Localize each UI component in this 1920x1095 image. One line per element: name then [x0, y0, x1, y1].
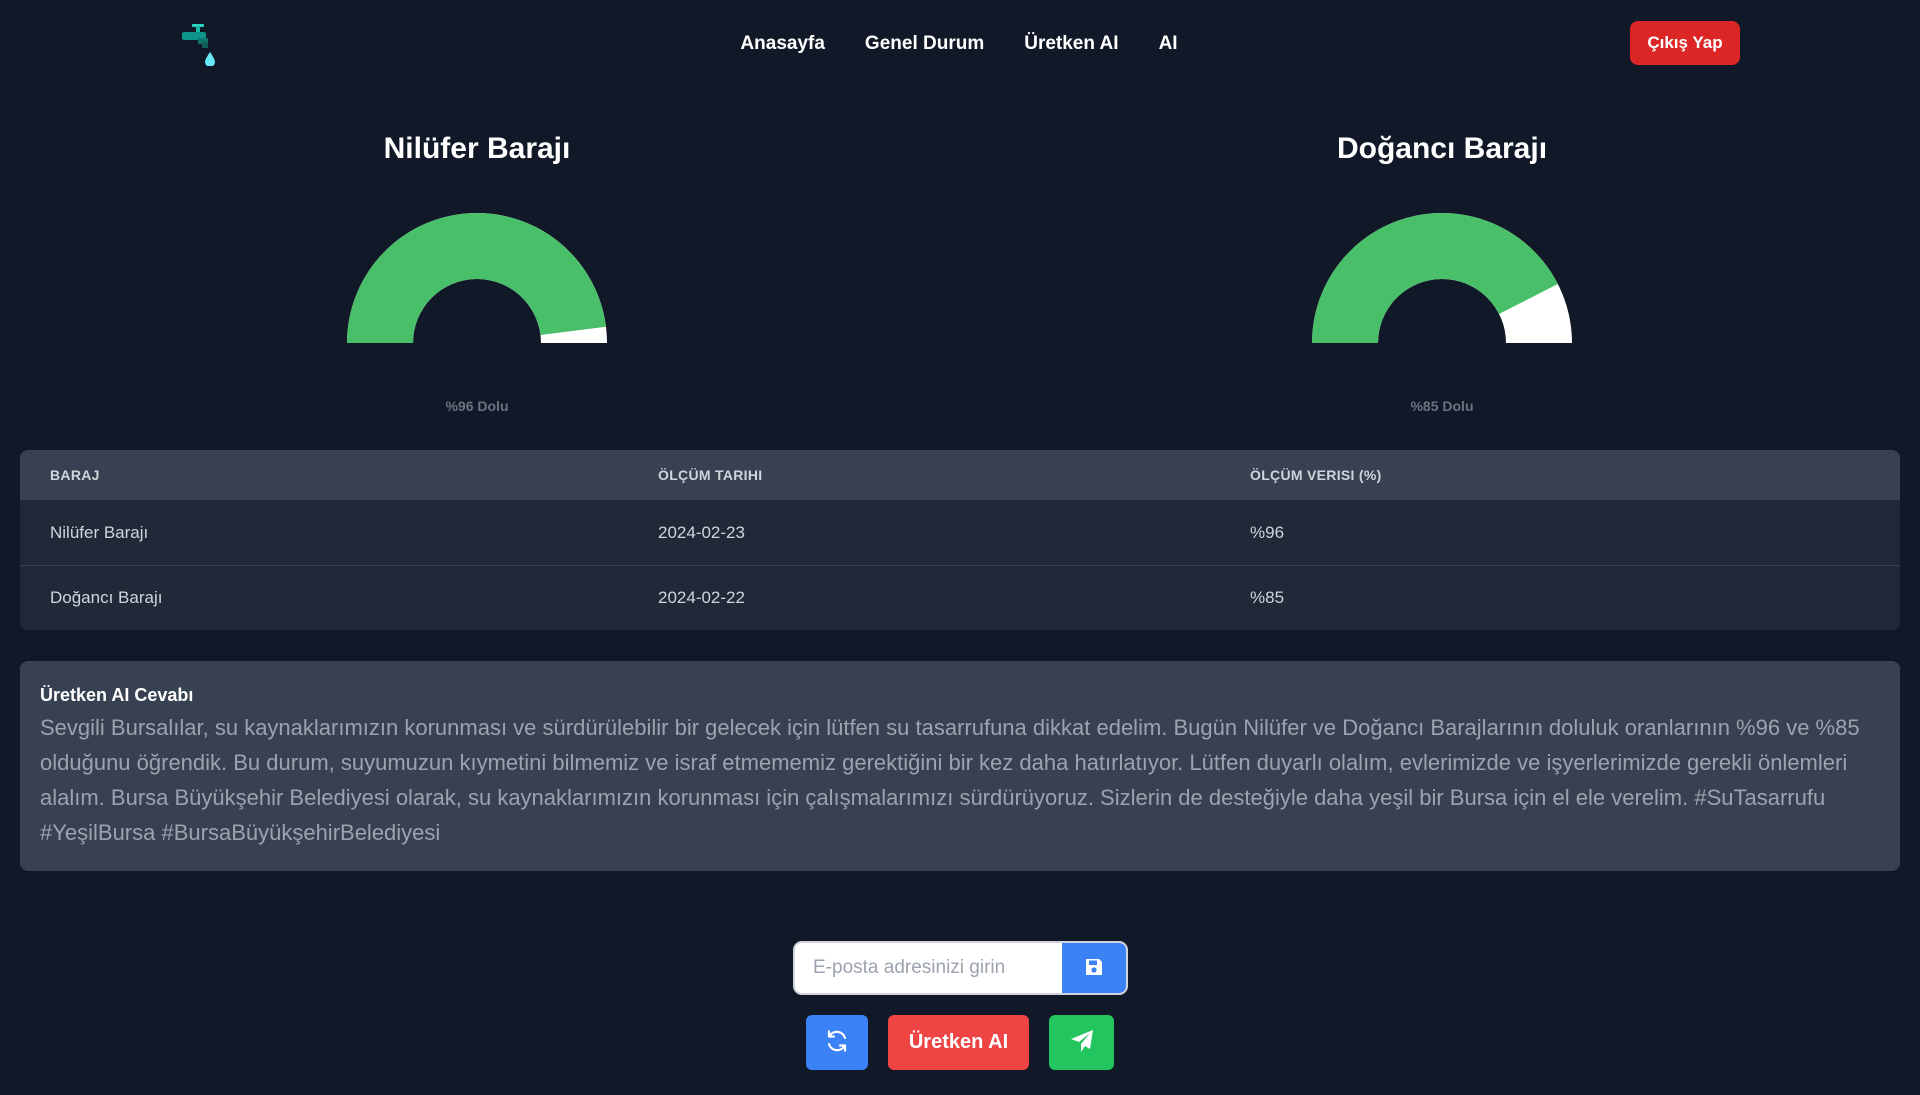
table-cell-dam: Doğancı Barajı — [50, 588, 163, 607]
gauge-title-nilufer: Nilüfer Barajı — [383, 132, 571, 165]
table-row: Nilüfer Barajı 2024-02-23 %96 — [20, 500, 1900, 565]
floppy-disk-icon — [1084, 957, 1104, 980]
table-cell-dam: Nilüfer Barajı — [50, 522, 149, 542]
gauge-doganci — [1310, 207, 1574, 347]
email-form — [793, 941, 1128, 995]
table-header-dam: BARAJ — [50, 467, 100, 483]
table-cell-value: %96 — [1250, 522, 1285, 542]
table-cell-value: %85 — [1250, 588, 1285, 607]
gauge-fill — [347, 213, 606, 343]
nav-link-home[interactable]: Anasayfa — [740, 30, 825, 58]
generative-ai-button[interactable]: Üretken AI — [888, 1015, 1029, 1070]
gauge-nilufer — [345, 207, 609, 347]
send-button[interactable] — [1049, 1015, 1114, 1070]
refresh-button[interactable] — [806, 1015, 868, 1070]
table-header-value: ÖLÇÜM VERISI (%) — [1250, 467, 1382, 483]
nav-link-general-status[interactable]: Genel Durum — [865, 30, 984, 58]
measurements-table: BARAJ ÖLÇÜM TARIHI ÖLÇÜM VERISI (%) Nilü… — [20, 450, 1900, 630]
gauge-label-nilufer: %96 Dolu — [445, 398, 509, 414]
ai-response-card: Üretken AI Cevabı Sevgili Bursalılar, su… — [20, 661, 1900, 871]
gauge-label-doganci: %85 Dolu — [1410, 398, 1474, 414]
logout-button[interactable]: Çıkış Yap — [1630, 21, 1740, 65]
navbar: Anasayfa Genel Durum Üretken AI AI Çıkış… — [0, 0, 1920, 88]
table-cell-date: 2024-02-23 — [658, 522, 745, 542]
table-row: Doğancı Barajı 2024-02-22 %85 — [20, 565, 1900, 630]
table-header-date: ÖLÇÜM TARIHI — [658, 467, 763, 483]
paper-plane-icon — [1069, 1028, 1095, 1057]
ai-response-text: Sevgili Bursalılar, su kaynaklarımızın k… — [40, 715, 1860, 845]
ai-response-title: Üretken AI Cevabı — [40, 685, 194, 705]
email-input[interactable] — [795, 943, 1062, 993]
gauge-title-dogancı: Doğancı Barajı — [1336, 132, 1548, 165]
refresh-icon — [824, 1028, 850, 1057]
table-header-row: BARAJ ÖLÇÜM TARIHI ÖLÇÜM VERISI (%) — [20, 450, 1900, 500]
nav-link-generative-ai[interactable]: Üretken AI — [1024, 30, 1118, 58]
save-email-button[interactable] — [1062, 943, 1126, 993]
table-cell-date: 2024-02-22 — [658, 588, 745, 607]
nav-link-ai[interactable]: AI — [1159, 30, 1178, 58]
